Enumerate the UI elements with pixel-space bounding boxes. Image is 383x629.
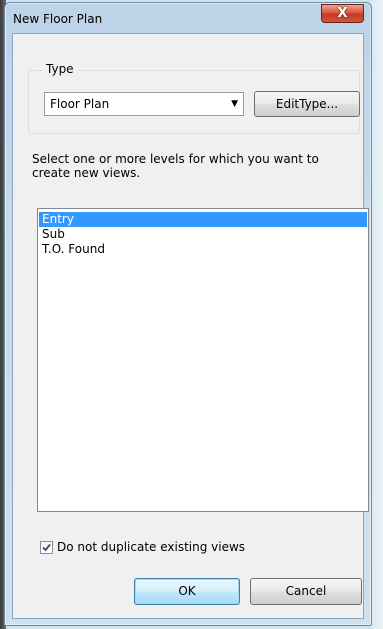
- type-group-label: Type: [42, 62, 78, 76]
- instructions-text: Select one or more levels for which you …: [32, 152, 342, 180]
- levels-listbox[interactable]: Entry Sub T.O. Found: [37, 208, 369, 512]
- close-button[interactable]: X: [321, 4, 364, 23]
- level-item-sub[interactable]: Sub: [39, 227, 367, 242]
- checkmark-icon: [42, 543, 51, 552]
- level-item-entry[interactable]: Entry: [39, 212, 367, 227]
- type-select[interactable]: Floor Plan ▼: [44, 92, 244, 116]
- cancel-button[interactable]: Cancel: [250, 578, 362, 605]
- no-duplicate-option[interactable]: Do not duplicate existing views: [40, 539, 245, 555]
- edit-type-button[interactable]: EditType...: [254, 91, 360, 117]
- close-icon: X: [337, 6, 347, 21]
- dialog-title: New Floor Plan: [13, 12, 102, 26]
- chevron-down-icon: ▼: [231, 93, 238, 115]
- no-duplicate-label: Do not duplicate existing views: [57, 540, 245, 554]
- background-right: [371, 0, 383, 629]
- title-bar[interactable]: New Floor Plan X: [5, 3, 371, 33]
- no-duplicate-checkbox[interactable]: [40, 541, 53, 554]
- type-select-value: Floor Plan: [50, 97, 109, 111]
- level-item-to-found[interactable]: T.O. Found: [39, 242, 367, 257]
- ok-button[interactable]: OK: [134, 578, 240, 605]
